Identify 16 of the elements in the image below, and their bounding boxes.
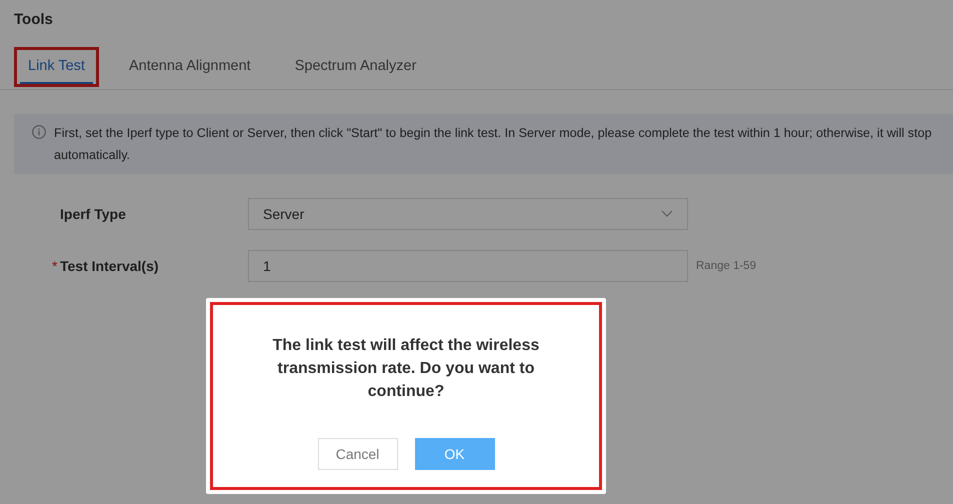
type-select[interactable]: Server — [248, 198, 688, 230]
ok-button[interactable]: OK — [414, 438, 494, 470]
field-label: Iperf Type — [60, 206, 126, 222]
dialog-message: The link test will affect the wireless transmission rate. Do you want to continue? — [272, 336, 540, 402]
required-mark: * — [52, 258, 58, 274]
info-icon — [32, 125, 46, 139]
page-title: Tools — [13, 10, 54, 30]
field-label: Test Interval(s) — [60, 258, 159, 274]
cancel-button[interactable]: Cancel — [318, 438, 398, 470]
chevron-down-icon — [661, 210, 673, 218]
tab[interactable]: Antenna Alignment — [120, 50, 259, 84]
tab[interactable]: Spectrum Analyzer — [286, 50, 424, 84]
tab[interactable]: Link Test — [20, 50, 93, 84]
notice-text: First, set the Iperf type to Client or Server, then click "Start" to begin the link test. In Server mode, please complete the test within 1 hour; otherwise, it will stop automatically. — [54, 125, 933, 164]
interval-field[interactable]: 1 — [248, 250, 688, 282]
range-hint: Range 1-59 — [696, 260, 756, 272]
